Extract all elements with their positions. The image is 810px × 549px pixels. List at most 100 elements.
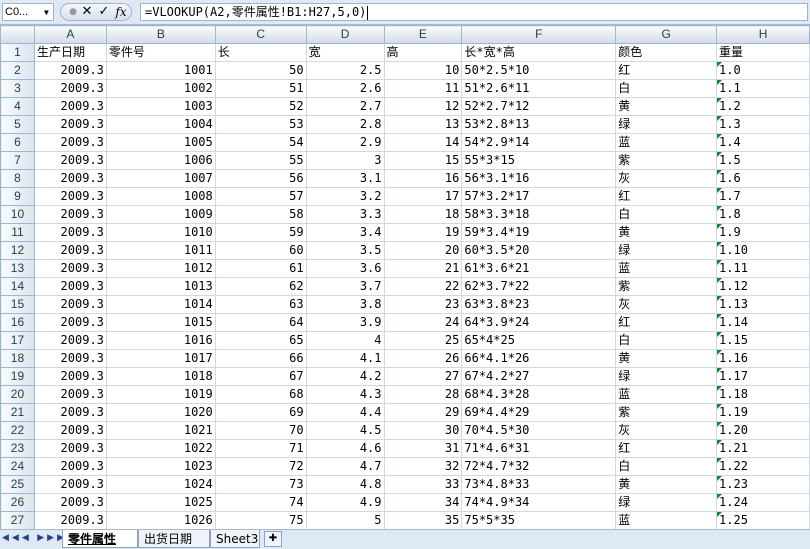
cell-d[interactable]: 4.3: [305, 385, 385, 404]
cell-e[interactable]: 20: [383, 241, 463, 260]
cell-e[interactable]: 23: [383, 295, 463, 314]
cell-d[interactable]: 3.5: [305, 241, 385, 260]
cell-e[interactable]: 32: [383, 457, 463, 476]
cell-b[interactable]: 1020: [105, 403, 216, 422]
cell-b[interactable]: 1010: [105, 223, 216, 242]
cell-g[interactable]: 灰: [615, 421, 718, 440]
cell-b[interactable]: 1014: [105, 295, 216, 314]
name-box-dropdown-icon[interactable]: ▼: [44, 9, 49, 17]
cell-f[interactable]: 55*3*15: [461, 151, 617, 170]
cell-f[interactable]: 68*4.3*28: [461, 385, 617, 404]
cell-d[interactable]: 4.7: [305, 457, 385, 476]
cell-h[interactable]: 1.8: [716, 205, 810, 224]
cell-h[interactable]: 1.7: [716, 187, 810, 206]
cancel-icon[interactable]: ✕: [79, 4, 95, 20]
cell-b[interactable]: 1006: [105, 151, 216, 170]
cell-g[interactable]: 红: [615, 61, 718, 80]
cell-g[interactable]: 紫: [615, 277, 718, 296]
cell-e[interactable]: 12: [383, 97, 463, 116]
cell-b[interactable]: 1018: [105, 367, 216, 386]
cell-d[interactable]: 2.7: [305, 97, 385, 116]
row-header[interactable]: 13: [0, 259, 35, 278]
sheet-tab[interactable]: 零件属性: [62, 530, 138, 548]
cell-c[interactable]: 63: [214, 295, 307, 314]
cell-f[interactable]: 56*3.1*16: [461, 169, 617, 188]
cell-c[interactable]: 73: [214, 475, 307, 494]
cell-e[interactable]: 15: [383, 151, 463, 170]
cell-b[interactable]: 1017: [105, 349, 216, 368]
cell-g[interactable]: 黄: [615, 223, 718, 242]
cell-a[interactable]: 2009.3: [33, 187, 107, 206]
row-header[interactable]: 16: [0, 313, 35, 332]
cell-a[interactable]: 2009.3: [33, 403, 107, 422]
cell-d[interactable]: 3.4: [305, 223, 385, 242]
cell-b[interactable]: 1007: [105, 169, 216, 188]
cell-a[interactable]: 2009.3: [33, 277, 107, 296]
row-header[interactable]: 15: [0, 295, 35, 314]
cell-g[interactable]: 绿: [615, 241, 718, 260]
cell-h[interactable]: 1.23: [716, 475, 810, 494]
cell-c[interactable]: 74: [214, 493, 307, 512]
cell-e[interactable]: 33: [383, 475, 463, 494]
cell-d[interactable]: 4.2: [305, 367, 385, 386]
cell-c[interactable]: 71: [214, 439, 307, 458]
cell-a[interactable]: 2009.3: [33, 205, 107, 224]
cell-d[interactable]: 4.1: [305, 349, 385, 368]
cell-g[interactable]: 紫: [615, 151, 718, 170]
cell-a[interactable]: 2009.3: [33, 511, 107, 530]
cell-h[interactable]: 1.17: [716, 367, 810, 386]
cell-a[interactable]: 2009.3: [33, 367, 107, 386]
cell-f[interactable]: 62*3.7*22: [461, 277, 617, 296]
cell-a[interactable]: 2009.3: [33, 61, 107, 80]
cell-f[interactable]: 69*4.4*29: [461, 403, 617, 422]
cell-c[interactable]: 72: [214, 457, 307, 476]
formula-input[interactable]: =VLOOKUP(A2,零件属性!B1:H27,5,0): [140, 3, 808, 21]
cell-a[interactable]: 2009.3: [33, 169, 107, 188]
cell-a[interactable]: 2009.3: [33, 421, 107, 440]
cell-b[interactable]: 1024: [105, 475, 216, 494]
cell-c[interactable]: 68: [214, 385, 307, 404]
cell-e[interactable]: 34: [383, 493, 463, 512]
cell-e[interactable]: 24: [383, 313, 463, 332]
cell-g[interactable]: 灰: [615, 169, 718, 188]
cell-f[interactable]: 57*3.2*17: [461, 187, 617, 206]
cell-b[interactable]: 1021: [105, 421, 216, 440]
cell-f[interactable]: 58*3.3*18: [461, 205, 617, 224]
cell-h[interactable]: 1.9: [716, 223, 810, 242]
column-header-d[interactable]: D: [305, 25, 385, 44]
cell-e[interactable]: 10: [383, 61, 463, 80]
cell-d[interactable]: 3.7: [305, 277, 385, 296]
cell-e[interactable]: 29: [383, 403, 463, 422]
cell-c[interactable]: 69: [214, 403, 307, 422]
cell-g[interactable]: 蓝: [615, 259, 718, 278]
cell-f[interactable]: 59*3.4*19: [461, 223, 617, 242]
cell-h[interactable]: 重量: [716, 43, 810, 62]
cell-g[interactable]: 白: [615, 457, 718, 476]
column-header-e[interactable]: E: [383, 25, 463, 44]
cell-e[interactable]: 27: [383, 367, 463, 386]
cell-d[interactable]: 4.5: [305, 421, 385, 440]
cell-a[interactable]: 2009.3: [33, 223, 107, 242]
row-header[interactable]: 8: [0, 169, 35, 188]
column-header-h[interactable]: H: [716, 25, 810, 44]
insert-sheet-icon[interactable]: ✚: [264, 531, 282, 547]
cell-d[interactable]: 4.4: [305, 403, 385, 422]
cell-a[interactable]: 2009.3: [33, 493, 107, 512]
cell-h[interactable]: 1.0: [716, 61, 810, 80]
cell-d[interactable]: 3.9: [305, 313, 385, 332]
sheet-tab[interactable]: Sheet3: [210, 530, 260, 548]
row-header[interactable]: 19: [0, 367, 35, 386]
cell-c[interactable]: 长: [214, 43, 307, 62]
row-header[interactable]: 11: [0, 223, 35, 242]
cell-f[interactable]: 73*4.8*33: [461, 475, 617, 494]
cell-g[interactable]: 白: [615, 79, 718, 98]
cell-b[interactable]: 1005: [105, 133, 216, 152]
cell-h[interactable]: 1.2: [716, 97, 810, 116]
cell-f[interactable]: 60*3.5*20: [461, 241, 617, 260]
cell-f[interactable]: 75*5*35: [461, 511, 617, 530]
cell-d[interactable]: 3.6: [305, 259, 385, 278]
cell-g[interactable]: 黄: [615, 349, 718, 368]
cell-b[interactable]: 1003: [105, 97, 216, 116]
cell-f[interactable]: 71*4.6*31: [461, 439, 617, 458]
cell-a[interactable]: 2009.3: [33, 331, 107, 350]
